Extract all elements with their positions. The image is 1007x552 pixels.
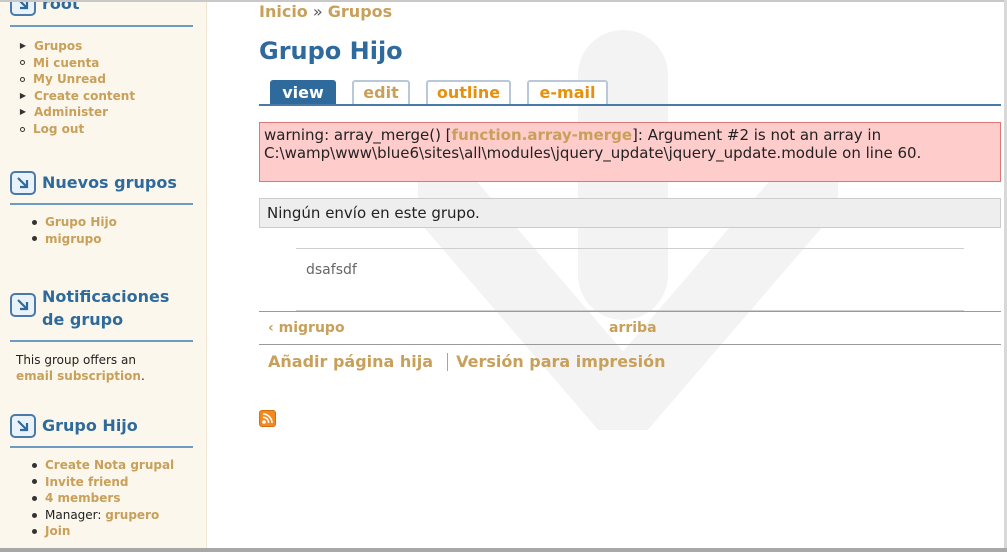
bullet-icon — [32, 479, 37, 485]
status-message: Ningún envío en este grupo. — [259, 198, 1001, 228]
list-item-create-nota[interactable]: Create Nota grupal — [31, 457, 174, 474]
breadcrumb-grupos-link[interactable]: Grupos — [328, 2, 392, 21]
group-block-title: Grupo Hijo — [42, 416, 138, 435]
manager-link[interactable]: grupero — [105, 507, 159, 524]
list-item-join[interactable]: Join — [31, 523, 174, 540]
list-item-manager: Manager: grupero — [31, 507, 174, 524]
bullet-icon — [32, 462, 37, 468]
tab-bar: view edit outline e-mail — [259, 80, 1001, 106]
bullet-icon — [32, 529, 37, 535]
group-block-header: Grupo Hijo — [10, 414, 138, 438]
window-frame-bottom — [0, 548, 1007, 552]
tab-view[interactable]: view — [270, 80, 336, 104]
tab-edit[interactable]: edit — [352, 80, 410, 104]
expand-arrow-icon: ▶ — [19, 41, 27, 50]
new-groups-block-title: Nuevos grupos — [42, 173, 177, 192]
bullet-icon — [32, 495, 37, 501]
block-divider — [10, 340, 193, 342]
new-groups-block-header: Nuevos grupos — [10, 171, 177, 195]
book-nav-divider — [259, 311, 1001, 312]
breadcrumb: Inicio » Grupos — [259, 2, 392, 21]
printer-friendly-link[interactable]: Versión para impresión — [456, 352, 665, 371]
list-item-members[interactable]: 4 members — [31, 490, 174, 507]
notifications-block-title: Notificaciones de grupo — [42, 287, 170, 329]
user-block-title: root — [42, 2, 80, 13]
expand-arrow-icon: ▶ — [19, 90, 27, 100]
tab-bar-line — [259, 104, 1001, 106]
add-child-page-link[interactable]: Añadir página hija — [268, 352, 433, 371]
page-title: Grupo Hijo — [259, 37, 403, 65]
menu-item-my-unread[interactable]: My Unread — [19, 71, 135, 88]
expand-arrow-icon: ▶ — [19, 107, 27, 117]
node-links: Añadir página hija Versión para impresió… — [268, 352, 666, 371]
notifications-block-header: Notificaciones de grupo — [10, 285, 169, 331]
divider — [296, 248, 964, 249]
warning-message: warning: array_merge() [function.array-m… — [259, 122, 1001, 182]
block-divider — [10, 25, 193, 27]
new-groups-list: Grupo Hijo migrupo — [31, 214, 117, 247]
breadcrumb-separator: » — [312, 2, 323, 21]
arrow-down-right-icon — [10, 2, 36, 16]
link-separator — [447, 352, 449, 371]
group-actions-list: Create Nota grupal Invite friend 4 membe… — [31, 457, 174, 540]
arrow-down-right-icon — [10, 171, 36, 195]
menu-item-grupos[interactable]: ▶ Grupos — [19, 38, 135, 55]
rss-icon[interactable] — [259, 410, 276, 427]
book-up-link[interactable]: arriba — [609, 320, 657, 336]
book-prev-link[interactable]: ‹ migrupo — [268, 320, 345, 336]
tab-email[interactable]: e-mail — [527, 80, 608, 104]
breadcrumb-home-link[interactable]: Inicio — [259, 2, 308, 21]
list-item[interactable]: migrupo — [31, 231, 117, 248]
group-description: dsafsdf — [306, 262, 357, 278]
arrow-down-right-icon — [10, 293, 36, 317]
leaf-bullet-icon — [20, 60, 25, 66]
leaf-bullet-icon — [20, 126, 25, 132]
list-item-invite-friend[interactable]: Invite friend — [31, 474, 174, 491]
notifications-text: This group offers an email subscription. — [16, 353, 145, 383]
email-subscription-link[interactable]: email subscription — [16, 369, 141, 383]
menu-item-mi-cuenta[interactable]: Mi cuenta — [19, 55, 135, 72]
menu-item-create-content[interactable]: ▶ Create content — [19, 88, 135, 105]
bullet-icon — [32, 236, 37, 242]
tab-outline[interactable]: outline — [426, 80, 511, 104]
left-sidebar: root ▶ Grupos Mi cuenta My Unread ▶ Create… — [0, 2, 207, 548]
user-block-header: root — [10, 2, 80, 16]
menu-item-administer[interactable]: ▶ Administer — [19, 104, 135, 121]
leaf-bullet-icon — [20, 76, 25, 82]
block-divider — [10, 446, 193, 448]
arrow-down-right-icon — [10, 414, 36, 438]
book-nav-divider — [259, 344, 1001, 345]
block-divider — [10, 203, 193, 205]
menu-item-log-out[interactable]: Log out — [19, 121, 135, 138]
user-menu: ▶ Grupos Mi cuenta My Unread ▶ Create cont… — [19, 38, 135, 138]
bullet-icon — [32, 219, 37, 225]
list-item[interactable]: Grupo Hijo — [31, 214, 117, 231]
bullet-icon — [32, 512, 37, 518]
function-doc-link[interactable]: function.array-merge — [452, 126, 632, 144]
